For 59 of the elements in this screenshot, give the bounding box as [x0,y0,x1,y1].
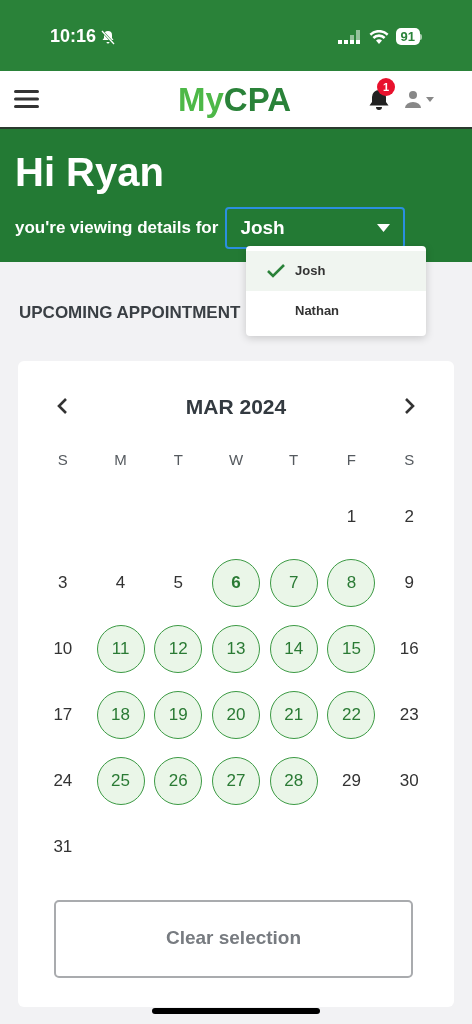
caret-icon[interactable] [426,96,434,102]
section-title: UPCOMING APPOINTMENT [19,302,241,324]
weekday-label: M [114,450,127,470]
calendar-day[interactable]: 3 [38,558,87,607]
calendar-day[interactable]: 19 [154,690,203,739]
clear-selection-button[interactable]: Clear selection [54,899,413,978]
calendar-day[interactable]: 30 [385,756,434,805]
calendar-day[interactable]: 17 [38,690,87,739]
calendar-day[interactable]: 16 [385,624,434,673]
weekday-label: S [57,450,68,470]
weekday-label: S [404,450,415,470]
calendar-day[interactable]: 9 [385,558,434,607]
calendar-day[interactable]: 10 [38,624,87,673]
calendar-day[interactable]: 24 [38,756,87,805]
calendar-day[interactable]: 27 [212,756,260,805]
greeting: Hi Ryan [15,149,165,195]
calendar-day[interactable]: 2 [385,492,434,541]
previous-month-icon[interactable] [56,397,68,416]
battery-icon: 91 [395,28,422,45]
user-icon[interactable] [404,90,422,108]
calendar-day[interactable]: 22 [327,690,376,739]
notification-badge: 1 [377,78,395,96]
calendar-day[interactable]: 28 [269,756,318,805]
viewing-label: you're viewing details for [15,217,219,240]
dropdown-option[interactable]: Nathan [246,291,426,331]
weekday-label: W [228,450,244,470]
calendar-day[interactable]: 11 [96,624,145,673]
month-title: MAR 2024 [185,393,287,420]
signal-icon [337,29,362,44]
calendar-day[interactable]: 4 [96,558,145,607]
calendar-day[interactable]: 14 [269,624,318,673]
calendar-day[interactable]: 26 [154,756,203,805]
menu-icon[interactable] [14,89,40,109]
calendar-day[interactable]: 31 [38,822,87,871]
weekday-label: F [346,450,356,470]
bell-muted-icon [100,28,117,45]
logo: MyCPA [178,80,292,120]
calendar-day[interactable]: 20 [212,690,260,739]
status-time: 10:16 [50,25,97,48]
calendar-day[interactable]: 23 [385,690,434,739]
weekday-label: T [173,450,183,470]
calendar-day[interactable]: 15 [327,624,376,673]
check-icon [266,263,286,279]
calendar-day[interactable]: 8 [327,558,376,607]
calendar-day[interactable]: 25 [96,756,145,805]
calendar-day[interactable]: 13 [212,624,260,673]
next-month-icon[interactable] [404,397,416,416]
calendar-day[interactable]: 18 [96,690,145,739]
calendar-day[interactable]: 7 [269,558,318,607]
calendar-day[interactable]: 29 [327,756,376,805]
caret-icon [377,224,391,232]
wifi-icon [368,29,389,44]
calendar-day[interactable]: 5 [154,558,203,607]
dropdown-option[interactable]: Josh [246,251,426,291]
calendar-day[interactable]: 1 [327,492,376,541]
calendar-day[interactable]: 6 [212,558,260,607]
calendar-day[interactable]: 21 [269,690,318,739]
weekday-label: T [289,450,299,470]
calendar-day[interactable]: 12 [154,624,203,673]
